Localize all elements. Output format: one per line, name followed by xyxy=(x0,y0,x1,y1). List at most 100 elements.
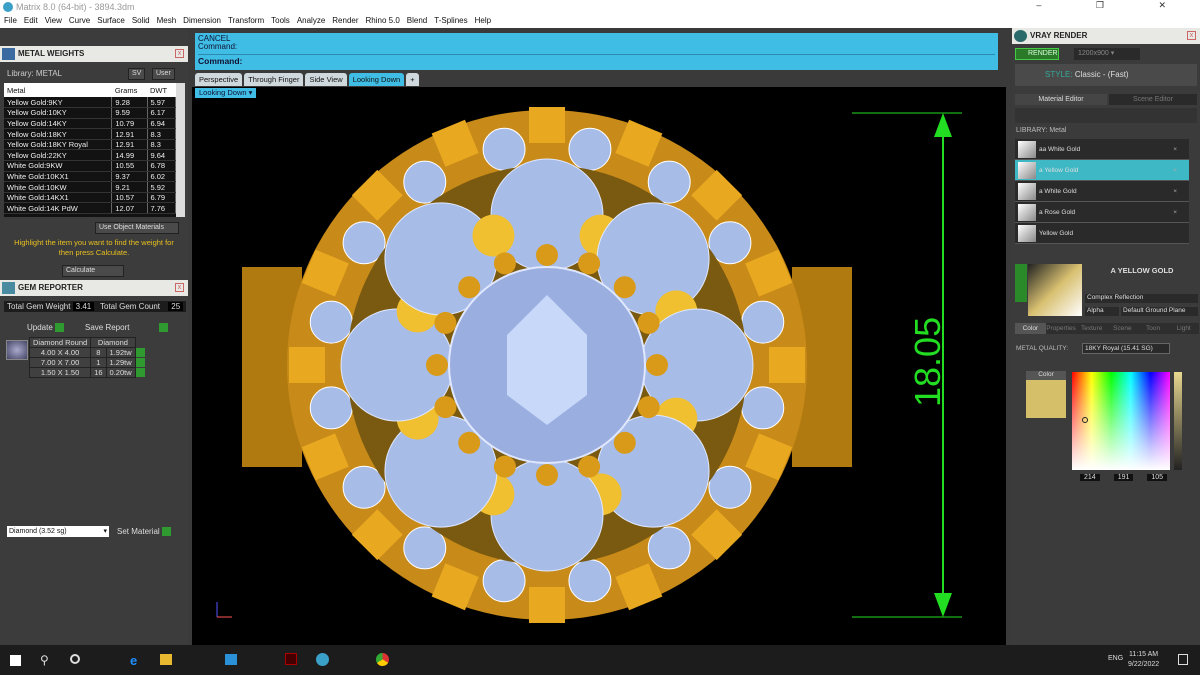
subtab-properties[interactable]: Properties xyxy=(1045,323,1077,334)
tab-side-view[interactable]: Side View xyxy=(305,73,347,86)
table-row[interactable]: White Gold:14KX1 10.57 6.79 xyxy=(4,192,176,204)
alpha-toggle[interactable]: Alpha xyxy=(1085,307,1119,316)
clock[interactable]: 11:15 AM 9/22/2022 xyxy=(1128,650,1159,670)
use-object-materials-button[interactable]: Use Object Materials xyxy=(95,222,179,234)
render-button[interactable]: RENDER xyxy=(1015,48,1059,60)
remove-icon[interactable]: × xyxy=(1173,202,1177,223)
brightness-slider[interactable] xyxy=(1174,372,1182,470)
user-toggle[interactable]: User xyxy=(152,68,175,80)
update-button[interactable]: Update xyxy=(27,323,65,333)
menu-render[interactable]: Render xyxy=(332,14,358,28)
windows-start-icon[interactable] xyxy=(10,655,21,666)
menu-surface[interactable]: Surface xyxy=(97,14,125,28)
menu-edit[interactable]: Edit xyxy=(24,14,38,28)
tab-material-editor[interactable]: Material Editor xyxy=(1015,94,1107,105)
table-row[interactable]: Yellow Gold:22KY 14.99 9.64 xyxy=(4,149,176,162)
table-row[interactable]: Yellow Gold:10KY 9.59 6.17 xyxy=(4,107,176,119)
material-item[interactable]: Yellow Gold xyxy=(1015,223,1189,244)
mail-icon[interactable] xyxy=(225,654,237,665)
menu-curve[interactable]: Curve xyxy=(69,14,90,28)
close-icon[interactable]: x xyxy=(175,49,184,58)
sv-toggle[interactable]: SV xyxy=(128,68,146,80)
calculate-button[interactable]: Calculate xyxy=(62,265,124,277)
menu-rhino-5-0[interactable]: Rhino 5.0 xyxy=(366,14,400,28)
menu-tools[interactable]: Tools xyxy=(271,14,290,28)
material-item[interactable]: a Yellow Gold × xyxy=(1015,160,1189,181)
menu-solid[interactable]: Solid xyxy=(132,14,150,28)
reflection-select[interactable]: Complex Reflection xyxy=(1085,294,1198,303)
edge-icon[interactable]: e xyxy=(130,653,137,668)
set-material-button[interactable]: Set Material xyxy=(117,527,171,537)
subtab-light[interactable]: Light xyxy=(1168,323,1200,334)
command-prompt[interactable]: Command: xyxy=(198,54,995,65)
window-controls[interactable]: – ❐ ✕ xyxy=(1036,0,1192,11)
search-icon[interactable]: ⚲ xyxy=(40,653,49,667)
table-row[interactable]: White Gold:9KW 10.55 6.78 xyxy=(4,160,176,172)
table-row[interactable]: White Gold:14K PdW 12.07 7.76 xyxy=(4,202,176,215)
material-toolbar[interactable] xyxy=(1015,108,1197,123)
material-select[interactable]: Diamond (3.52 sg) ▾ xyxy=(7,526,109,537)
subtab-toon[interactable]: Toon xyxy=(1137,323,1169,334)
menu-analyze[interactable]: Analyze xyxy=(297,14,325,28)
scrollbar[interactable] xyxy=(176,83,185,217)
subtab-texture[interactable]: Texture xyxy=(1076,323,1108,334)
table-row[interactable]: Yellow Gold:18KY Royal 12.91 8.3 xyxy=(4,139,176,151)
matrix-icon[interactable] xyxy=(316,653,329,666)
tab-through-finger[interactable]: Through Finger xyxy=(244,73,304,86)
select-gem-button[interactable] xyxy=(135,348,145,358)
style-select[interactable]: STYLE: Classic - (Fast) xyxy=(1015,64,1197,86)
remove-icon[interactable]: × xyxy=(1173,160,1177,181)
color-picker[interactable] xyxy=(1072,372,1170,470)
ground-plane-select[interactable]: Default Ground Plane xyxy=(1121,307,1198,316)
app-icon[interactable] xyxy=(285,653,297,665)
subtab-scene[interactable]: Scene xyxy=(1107,323,1138,334)
notifications-icon[interactable] xyxy=(1178,654,1188,665)
material-item[interactable]: aa White Gold × xyxy=(1015,139,1189,160)
column-header[interactable]: DWT xyxy=(147,83,176,97)
table-row[interactable]: White Gold:10KX1 9.37 6.02 xyxy=(4,171,176,183)
select-gem-button[interactable] xyxy=(135,358,145,368)
menu-file[interactable]: File xyxy=(4,14,17,28)
menu-dimension[interactable]: Dimension xyxy=(183,14,221,28)
menu-help[interactable]: Help xyxy=(475,14,491,28)
table-row[interactable]: White Gold:10KW 9.21 5.92 xyxy=(4,181,176,193)
remove-icon[interactable]: × xyxy=(1173,181,1177,202)
close-icon[interactable]: x xyxy=(175,283,184,292)
select-gem-button[interactable] xyxy=(135,368,145,378)
menu-transform[interactable]: Transform xyxy=(228,14,264,28)
save-report-button[interactable]: Save Report xyxy=(85,323,169,333)
remove-icon[interactable]: × xyxy=(1173,139,1177,160)
material-item[interactable]: a White Gold × xyxy=(1015,181,1189,202)
chrome-icon[interactable] xyxy=(376,653,389,666)
command-area[interactable]: CANCEL Command: Command: xyxy=(195,33,998,70)
resolution-select[interactable]: 1200x900 ▾ xyxy=(1074,48,1140,60)
material-item[interactable]: a Rose Gold × xyxy=(1015,202,1189,223)
column-header[interactable]: Metal xyxy=(4,83,112,97)
collapse-button[interactable] xyxy=(1015,264,1027,302)
subtab-color[interactable]: Color xyxy=(1015,323,1046,334)
g-value[interactable]: 191 xyxy=(1113,474,1134,481)
cortana-icon[interactable] xyxy=(70,654,80,664)
table-row[interactable]: Yellow Gold:9KY 9.28 5.97 xyxy=(4,97,176,109)
b-value[interactable]: 105 xyxy=(1147,474,1168,481)
menu-view[interactable]: View xyxy=(45,14,62,28)
metal-quality-select[interactable]: 18KY Royal (15.41 SG) xyxy=(1082,343,1170,354)
picker-handle[interactable] xyxy=(1082,417,1088,423)
language-indicator[interactable]: ENG xyxy=(1108,655,1123,662)
tab-looking-down[interactable]: Looking Down xyxy=(348,73,405,86)
add-tab-button[interactable]: + xyxy=(406,73,419,86)
viewport[interactable]: 18.05 xyxy=(192,87,1006,645)
close-icon[interactable]: x xyxy=(1187,31,1196,40)
file-explorer-icon[interactable] xyxy=(160,654,172,665)
color-swatch[interactable] xyxy=(1026,380,1066,418)
menu-t-splines[interactable]: T-Splines xyxy=(434,14,467,28)
column-header[interactable]: Grams xyxy=(111,83,147,97)
tab-scene-editor[interactable]: Scene Editor xyxy=(1109,94,1197,105)
table-row[interactable]: Yellow Gold:14KY 10.79 6.94 xyxy=(4,118,176,130)
menu-mesh[interactable]: Mesh xyxy=(157,14,177,28)
viewport-label[interactable]: Looking Down ▾ xyxy=(195,88,257,98)
table-row[interactable]: Yellow Gold:18KY 12.91 8.3 xyxy=(4,128,176,140)
r-value[interactable]: 214 xyxy=(1080,474,1100,481)
menu-blend[interactable]: Blend xyxy=(407,14,427,28)
tab-perspective[interactable]: Perspective xyxy=(195,73,243,86)
